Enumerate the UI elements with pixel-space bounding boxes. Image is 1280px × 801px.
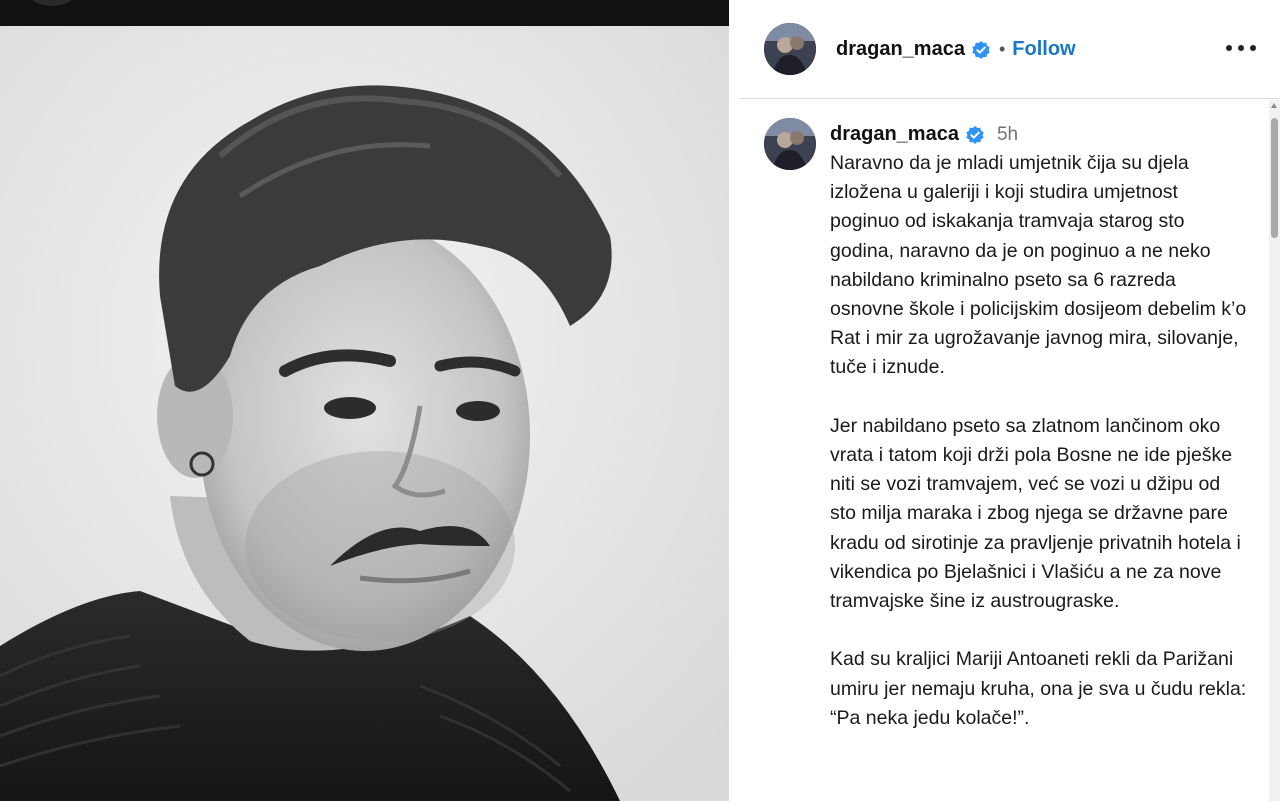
caption-user-row: dragan_maca 5h <box>830 123 1018 146</box>
verified-badge-icon <box>971 40 991 60</box>
scrollbar-thumb[interactable] <box>1271 118 1278 238</box>
photo-top-bar <box>0 0 729 26</box>
verified-badge-icon <box>965 125 985 145</box>
header-user-row: dragan_maca • Follow <box>836 38 1076 61</box>
caption-text: Naravno da je mladi umjetnik čija su dje… <box>830 149 1250 762</box>
caption-username[interactable]: dragan_maca <box>830 123 959 146</box>
post-photo[interactable] <box>0 0 729 801</box>
caption-paragraph: Jer nabildano pseto sa zlatnom lančinom … <box>830 414 1241 613</box>
scroll-up-arrow-icon[interactable] <box>1271 103 1277 108</box>
caption-section: dragan_maca 5h Naravno da je mladi umjet… <box>739 100 1280 801</box>
follow-button[interactable]: Follow <box>1012 38 1075 61</box>
caption-paragraph: Kad su kraljici Mariji Antoaneti rekli d… <box>830 648 1247 729</box>
post-timestamp[interactable]: 5h <box>997 124 1018 146</box>
separator-dot: • <box>998 39 1006 59</box>
author-avatar[interactable] <box>764 23 816 75</box>
caption-scrollbar[interactable] <box>1269 100 1280 801</box>
post-details-pane: dragan_maca • Follow dragan_maca 5h Nara… <box>739 0 1280 801</box>
post-header: dragan_maca • Follow <box>739 0 1280 99</box>
caption-paragraph: Naravno da je mladi umjetnik čija su dje… <box>830 152 1247 379</box>
more-options-icon[interactable] <box>1226 36 1256 60</box>
caption-author-avatar[interactable] <box>764 118 816 170</box>
portrait-image <box>0 26 729 801</box>
pane-divider <box>729 0 739 801</box>
top-bar-avatar-edge <box>30 0 74 6</box>
author-username[interactable]: dragan_maca <box>836 38 965 61</box>
